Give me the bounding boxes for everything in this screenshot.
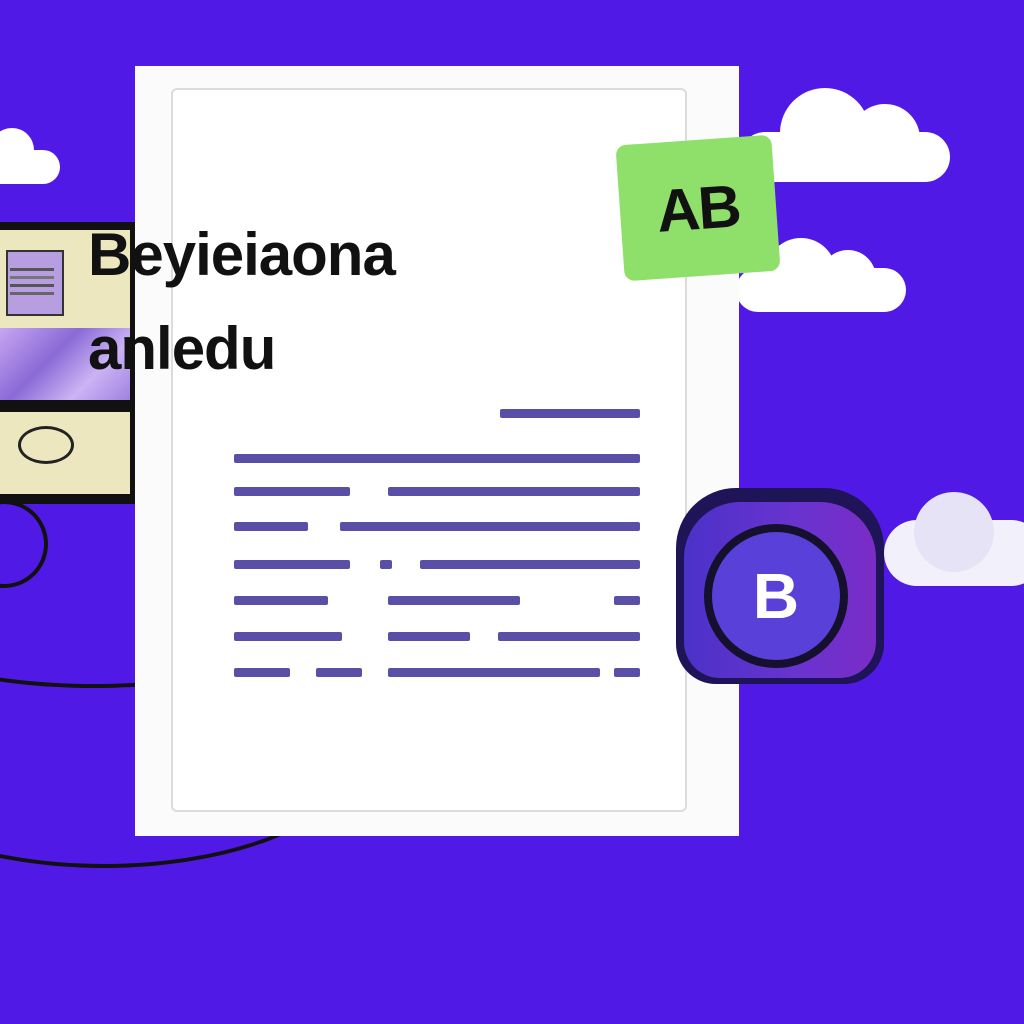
- cloud-icon: [0, 128, 60, 184]
- text-line: [614, 668, 640, 677]
- text-line: [380, 560, 392, 569]
- cable-loop: [18, 426, 74, 464]
- text-line: [388, 632, 470, 641]
- text-line: [498, 632, 640, 641]
- cloud-icon: [736, 238, 906, 312]
- text-line: [234, 487, 350, 496]
- text-line: [234, 454, 640, 463]
- badge-face: B: [684, 502, 876, 678]
- text-line: [340, 522, 640, 531]
- text-line: [614, 596, 640, 605]
- text-line: [234, 560, 350, 569]
- text-line: [234, 668, 290, 677]
- ab-tag: AB: [615, 134, 781, 282]
- image-thumbnail: [6, 250, 64, 316]
- document-title: Beyieiaona: [88, 221, 396, 288]
- monitor-screen-bottom: [0, 412, 130, 494]
- badge-label: B: [752, 560, 800, 632]
- thumbnail-lines: [10, 268, 54, 271]
- text-line: [316, 668, 362, 677]
- text-line: [234, 632, 342, 641]
- text-line: [234, 522, 308, 531]
- illustration-scene: Beyieiaona anledu AB B: [0, 0, 1024, 1024]
- text-line: [420, 560, 640, 569]
- badge-circle: B: [704, 524, 848, 668]
- text-line: [500, 409, 640, 418]
- ab-tag-label: AB: [654, 171, 742, 245]
- text-line: [234, 596, 328, 605]
- badge-icon: B: [676, 488, 884, 684]
- text-line: [388, 668, 600, 677]
- document-sheet: [171, 88, 687, 812]
- text-line: [388, 596, 520, 605]
- text-line: [388, 487, 640, 496]
- document-subtitle: anledu: [88, 315, 276, 382]
- cloud-icon: [884, 492, 1024, 586]
